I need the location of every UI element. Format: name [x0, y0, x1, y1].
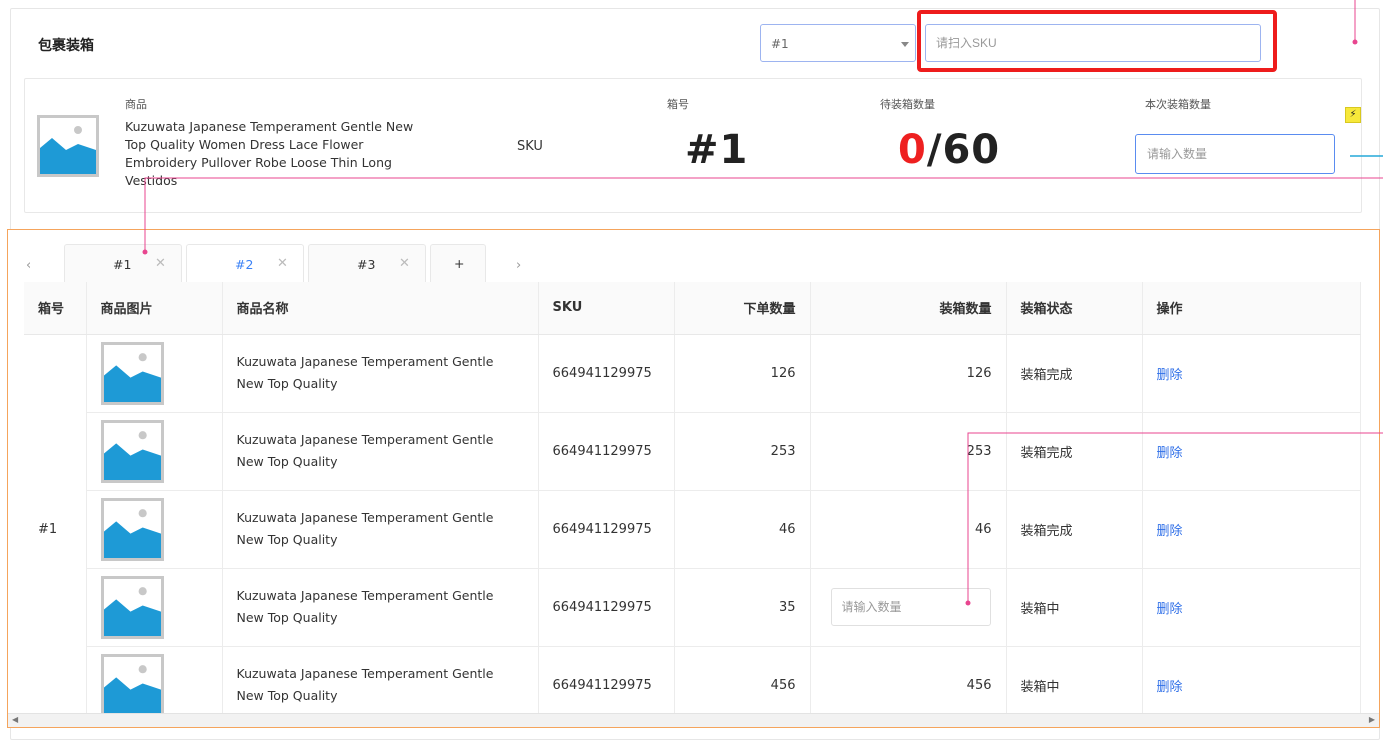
ordered-cell: 35 [674, 568, 811, 647]
ordered-cell: 253 [674, 412, 811, 491]
packed-qty-input[interactable] [830, 588, 991, 626]
box-select-value: #1 [771, 37, 789, 51]
product-name-cell: Kuzuwata Japanese Temperament Gentle New… [222, 412, 539, 491]
tab-label: #2 [235, 257, 254, 272]
table-row: #1 Kuzuwata Japanese Temperament Gentle … [24, 334, 1361, 725]
image-placeholder-icon [100, 341, 164, 405]
close-icon[interactable]: ✕ [155, 256, 166, 271]
horizontal-scrollbar[interactable]: ◀ ▶ [8, 713, 1379, 727]
image-placeholder-icon [100, 419, 164, 483]
sku-cell: 664941129975 [538, 490, 675, 569]
delete-link[interactable]: 删除 [1157, 602, 1183, 617]
scroll-left-icon[interactable]: ◀ [12, 715, 18, 724]
sku-cell: 664941129975 [538, 334, 675, 413]
image-placeholder-icon [100, 653, 164, 717]
packed-cell: 253 [810, 412, 1007, 491]
tab-box-3[interactable]: #3 ✕ [308, 244, 426, 284]
status-cell: 装箱完成 [1006, 490, 1143, 569]
chevron-right-icon[interactable]: › [516, 258, 521, 273]
plus-icon: + [454, 256, 465, 271]
close-icon[interactable]: ✕ [277, 256, 288, 271]
tab-box-2[interactable]: #2 ✕ [186, 244, 304, 284]
image-placeholder-icon [100, 497, 164, 561]
tab-label: #3 [357, 257, 376, 272]
sku-cell: 664941129975 [538, 568, 675, 647]
col-packed: 装箱数量 [810, 282, 1007, 335]
pending-total: /60 [926, 127, 1001, 173]
table-header: 箱号 商品图片 商品名称 SKU 下单数量 装箱数量 装箱状态 操作 [24, 282, 1361, 335]
product-name-cell: Kuzuwata Japanese Temperament Gentle New… [222, 490, 539, 569]
delete-link[interactable]: 删除 [1157, 368, 1183, 383]
table-row: Kuzuwata Japanese Temperament Gentle New… [24, 490, 1361, 569]
pending-qty-value: 0/60 [898, 127, 1000, 173]
box-no-label: 箱号 [667, 98, 689, 111]
sku-scan-input[interactable] [925, 24, 1261, 62]
table-row: Kuzuwata Japanese Temperament Gentle New… [24, 568, 1361, 647]
image-placeholder-icon [37, 115, 99, 177]
box-tabs: ‹ #1 ✕ #2 ✕ #3 ✕ + › [8, 244, 1379, 284]
col-action: 操作 [1142, 282, 1361, 335]
box-no-value: #1 [685, 127, 749, 173]
packed-cell: 126 [810, 334, 1007, 413]
tab-label: #1 [113, 257, 132, 272]
close-icon[interactable]: ✕ [399, 256, 410, 271]
col-box-no: 箱号 [24, 282, 87, 335]
scroll-right-icon[interactable]: ▶ [1369, 715, 1375, 724]
product-label: 商品 [125, 98, 147, 111]
box-no-cell: #1 [24, 334, 87, 725]
this-qty-label: 本次装箱数量 [1145, 98, 1211, 111]
delete-link[interactable]: 删除 [1157, 680, 1183, 695]
product-name: Kuzuwata Japanese Temperament Gentle New… [125, 119, 414, 188]
packed-cell: 46 [810, 490, 1007, 569]
col-sku: SKU [538, 282, 675, 335]
box-select[interactable]: #1 [760, 24, 916, 62]
lightning-icon[interactable]: ⚡ [1345, 107, 1361, 123]
sku-cell: 664941129975 [538, 412, 675, 491]
table-row: Kuzuwata Japanese Temperament Gentle New… [24, 412, 1361, 491]
sku-label: SKU [517, 139, 543, 154]
ordered-cell: 46 [674, 490, 811, 569]
chevron-left-icon[interactable]: ‹ [26, 258, 31, 273]
image-placeholder-icon [100, 575, 164, 639]
delete-link[interactable]: 删除 [1157, 524, 1183, 539]
tab-box-1[interactable]: #1 ✕ [64, 244, 182, 284]
status-cell: 装箱中 [1006, 568, 1143, 647]
add-tab-button[interactable]: + [430, 244, 486, 284]
status-cell: 装箱完成 [1006, 334, 1143, 413]
page-title: 包裹装箱 [38, 38, 94, 54]
box-table-panel: ‹ #1 ✕ #2 ✕ #3 ✕ + › 箱号 商品图片 商品名称 SKU 下单… [7, 229, 1380, 728]
this-qty-input[interactable] [1135, 134, 1335, 174]
product-name-cell: Kuzuwata Japanese Temperament Gentle New… [222, 568, 539, 647]
ordered-cell: 126 [674, 334, 811, 413]
col-ordered: 下单数量 [674, 282, 811, 335]
pending-done: 0 [898, 127, 927, 173]
col-status: 装箱状态 [1006, 282, 1143, 335]
status-cell: 装箱完成 [1006, 412, 1143, 491]
pending-qty-label: 待装箱数量 [880, 98, 935, 111]
col-name: 商品名称 [222, 282, 539, 335]
delete-link[interactable]: 删除 [1157, 446, 1183, 461]
chevron-down-icon [901, 42, 909, 47]
box-items-table: 箱号 商品图片 商品名称 SKU 下单数量 装箱数量 装箱状态 操作 #1 Ku… [24, 282, 1361, 725]
col-image: 商品图片 [86, 282, 223, 335]
product-name-cell: Kuzuwata Japanese Temperament Gentle New… [222, 334, 539, 413]
